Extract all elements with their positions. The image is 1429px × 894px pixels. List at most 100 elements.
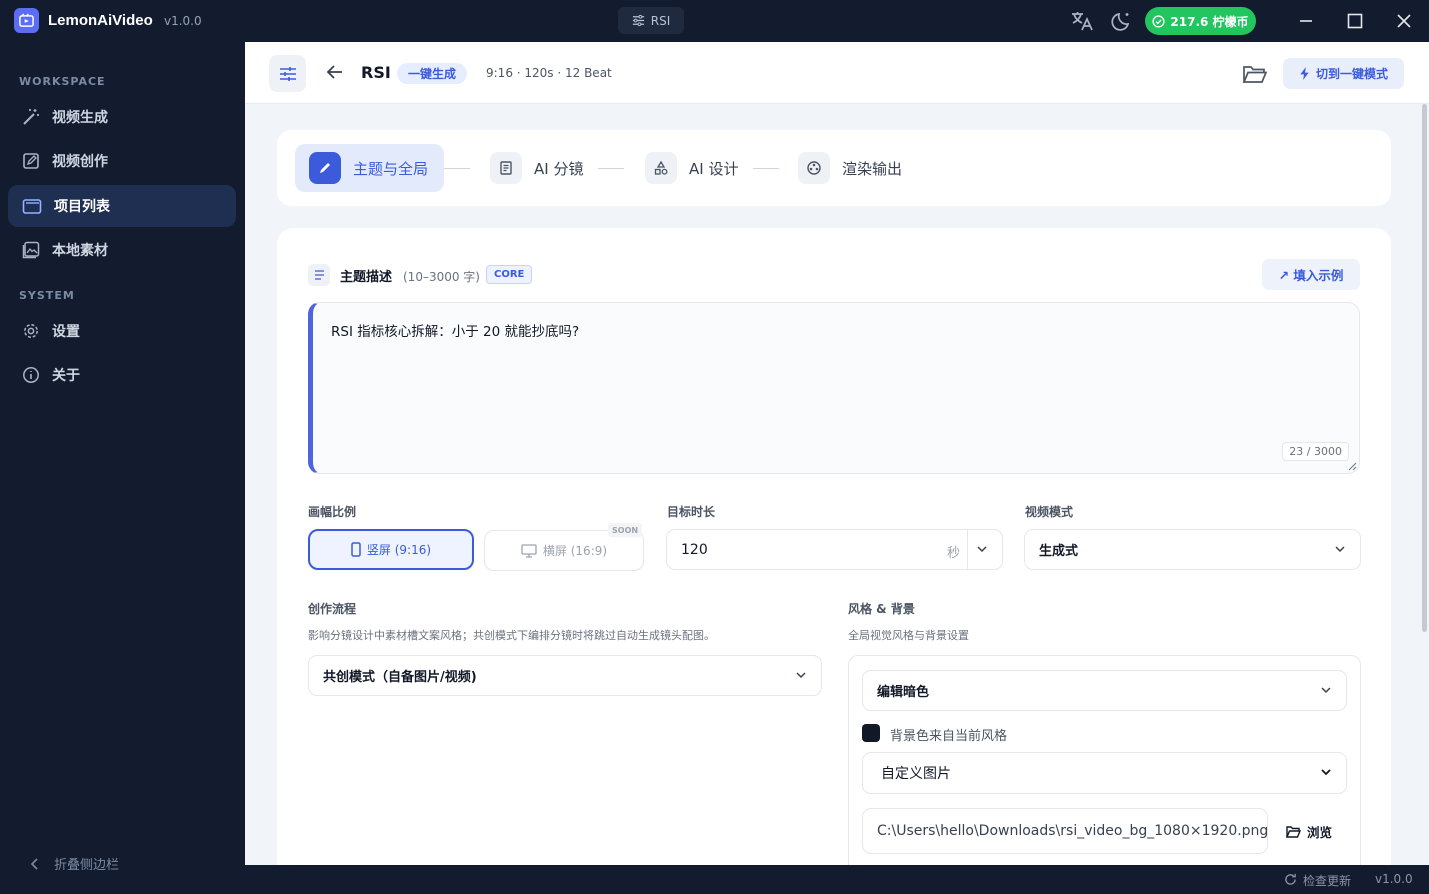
- chevron-down-icon: [1335, 546, 1345, 553]
- fill-example-button[interactable]: ↗ 填入示例: [1262, 259, 1360, 290]
- sidebar-item-label: 视频生成: [52, 110, 108, 126]
- sidebar-item-about[interactable]: 关于: [8, 354, 236, 396]
- app-version: v1.0.0: [164, 14, 202, 28]
- sidebar-item-video-create[interactable]: 视频创作: [8, 140, 236, 182]
- sidebar-item-label: 设置: [52, 324, 80, 340]
- bg-image-path: C:\Users\hello\Downloads\rsi_video_bg_10…: [877, 823, 1269, 839]
- film-reel-icon: [798, 152, 830, 184]
- collapse-sidebar-button[interactable]: 折叠侧边栏: [30, 854, 119, 873]
- style-panel: 编辑暗色 背景色来自当前风格 自定义图片 C:\Users\hello\Down…: [848, 655, 1361, 865]
- chevron-down-icon: [1321, 769, 1331, 776]
- bg-mode-value: 自定义图片: [881, 766, 951, 782]
- maximize-icon[interactable]: [1341, 8, 1369, 34]
- check-circle-icon: [1152, 14, 1166, 28]
- chevron-down-icon: [1321, 687, 1331, 694]
- sidebar-item-label: 视频创作: [52, 154, 108, 170]
- phone-icon: [351, 542, 361, 557]
- step-label: AI 分镜: [534, 159, 584, 178]
- switch-mode-button[interactable]: 切到一键模式: [1283, 58, 1404, 89]
- theme-select[interactable]: 编辑暗色: [862, 670, 1347, 711]
- app-window: LemonAiVideo v1.0.0 RSI 217.6 柠檬币 WORKSP…: [0, 0, 1429, 894]
- text-align-icon: [308, 264, 330, 286]
- workflow-label: 创作流程: [308, 602, 357, 616]
- theme-value: 编辑暗色: [877, 685, 930, 700]
- settings-card: 主题描述 (10–3000 字) CORE ↗ 填入示例 RSI 指标核心拆解：…: [277, 228, 1391, 865]
- step-label: AI 设计: [689, 159, 739, 178]
- settings-toggle-button[interactable]: [269, 55, 306, 92]
- step-divider: [598, 168, 624, 169]
- style-desc: 全局视觉风格与背景设置: [848, 629, 969, 642]
- sidebar: WORKSPACE 视频生成 视频创作 项目列表 本地素材 SYSTEM 设置 …: [0, 42, 245, 894]
- monitor-icon: [521, 543, 537, 558]
- chevron-down-icon: [796, 672, 806, 679]
- video-mode-select[interactable]: 生成式: [1024, 529, 1361, 570]
- duration-value: 120: [681, 541, 708, 558]
- landscape-label: 横屏 (16:9): [542, 544, 608, 558]
- sidebar-item-video-generate[interactable]: 视频生成: [8, 96, 236, 138]
- bg-color-checkbox[interactable]: [862, 724, 880, 742]
- topic-textarea[interactable]: RSI 指标核心拆解：小于 20 就能抄底吗? 23 / 3000: [308, 302, 1360, 474]
- window-tab-label: RSI: [650, 13, 671, 28]
- portrait-label: 竖屏 (9:16): [366, 543, 432, 557]
- topic-text: RSI 指标核心拆解：小于 20 就能抄底吗?: [331, 324, 580, 340]
- window-tab[interactable]: RSI: [618, 7, 684, 34]
- sliders-icon: [279, 66, 296, 81]
- translate-icon[interactable]: [1070, 9, 1094, 33]
- browse-label: 浏览: [1307, 825, 1333, 840]
- edit-square-icon: [23, 153, 39, 169]
- minimize-icon[interactable]: [1292, 8, 1320, 34]
- ratio-label: 画幅比例: [308, 505, 357, 519]
- close-icon[interactable]: [1390, 8, 1418, 34]
- step-label: 渲染输出: [842, 159, 903, 178]
- video-mode-label: 视频模式: [1025, 505, 1074, 519]
- open-folder-icon[interactable]: [1242, 63, 1268, 89]
- workflow-desc: 影响分镜设计中素材槽文案风格；共创模式下编排分镜时将跳过自动生成镜头配图。: [308, 629, 715, 642]
- step-theme-global[interactable]: 主题与全局: [295, 144, 445, 192]
- step-divider: [444, 168, 470, 169]
- coin-balance-badge[interactable]: 217.6 柠檬币: [1145, 7, 1256, 35]
- sidebar-section-workspace: WORKSPACE: [19, 75, 106, 88]
- sidebar-section-system: SYSTEM: [19, 289, 75, 302]
- scrollbar-thumb[interactable]: [1422, 104, 1427, 632]
- bg-image-path-input[interactable]: C:\Users\hello\Downloads\rsi_video_bg_10…: [862, 808, 1268, 854]
- chevron-down-icon[interactable]: [976, 543, 988, 555]
- sidebar-item-label: 关于: [52, 368, 80, 384]
- sidebar-item-label: 本地素材: [52, 243, 108, 259]
- portrait-ratio-button[interactable]: 竖屏 (9:16): [308, 529, 474, 570]
- topic-hint: (10–3000 字): [403, 270, 480, 284]
- sidebar-item-label: 项目列表: [54, 199, 110, 215]
- workflow-select[interactable]: 共创模式（自备图片/视频): [308, 655, 822, 696]
- switch-mode-label: 切到一键模式: [1315, 67, 1388, 81]
- step-render-output[interactable]: 渲染输出: [798, 144, 902, 192]
- info-icon: [23, 367, 39, 383]
- style-label: 风格 & 背景: [848, 602, 915, 616]
- browse-button[interactable]: 浏览: [1286, 822, 1332, 841]
- video-mode-value: 生成式: [1039, 544, 1079, 559]
- app-brand: LemonAiVideo: [48, 12, 153, 29]
- app-logo-icon: [14, 8, 39, 33]
- collapse-sidebar-label: 折叠侧边栏: [54, 858, 120, 873]
- project-topbar: RSI 一键生成 9:16 · 120s · 12 Beat 切到一键模式: [245, 42, 1429, 104]
- step-ai-design[interactable]: AI 设计: [645, 144, 738, 192]
- resize-handle-icon[interactable]: [1348, 462, 1357, 471]
- back-arrow-icon[interactable]: [325, 62, 345, 86]
- mode-pill: 一键生成: [397, 63, 468, 84]
- project-meta: 9:16 · 120s · 12 Beat: [486, 66, 612, 80]
- sliders-icon: [632, 14, 644, 27]
- step-ai-storyboard[interactable]: AI 分镜: [490, 144, 583, 192]
- chevron-left-icon: [30, 857, 38, 870]
- bg-mode-select[interactable]: 自定义图片: [862, 752, 1347, 794]
- folder-icon: [22, 199, 42, 214]
- check-update-button[interactable]: 检查更新: [1303, 872, 1351, 889]
- image-library-icon: [22, 241, 40, 259]
- duration-input[interactable]: 120 秒: [666, 529, 1003, 570]
- dark-mode-icon[interactable]: [1110, 9, 1134, 33]
- step-divider: [753, 168, 779, 169]
- char-counter: 23 / 3000: [1282, 442, 1349, 461]
- duration-unit: 秒: [947, 546, 961, 561]
- sidebar-item-local-assets[interactable]: 本地素材: [8, 229, 236, 271]
- sidebar-item-projects[interactable]: 项目列表: [8, 185, 236, 227]
- sidebar-item-settings[interactable]: 设置: [8, 310, 236, 352]
- refresh-icon: [1285, 873, 1296, 885]
- main-content: RSI 一键生成 9:16 · 120s · 12 Beat 切到一键模式 主题…: [245, 42, 1429, 865]
